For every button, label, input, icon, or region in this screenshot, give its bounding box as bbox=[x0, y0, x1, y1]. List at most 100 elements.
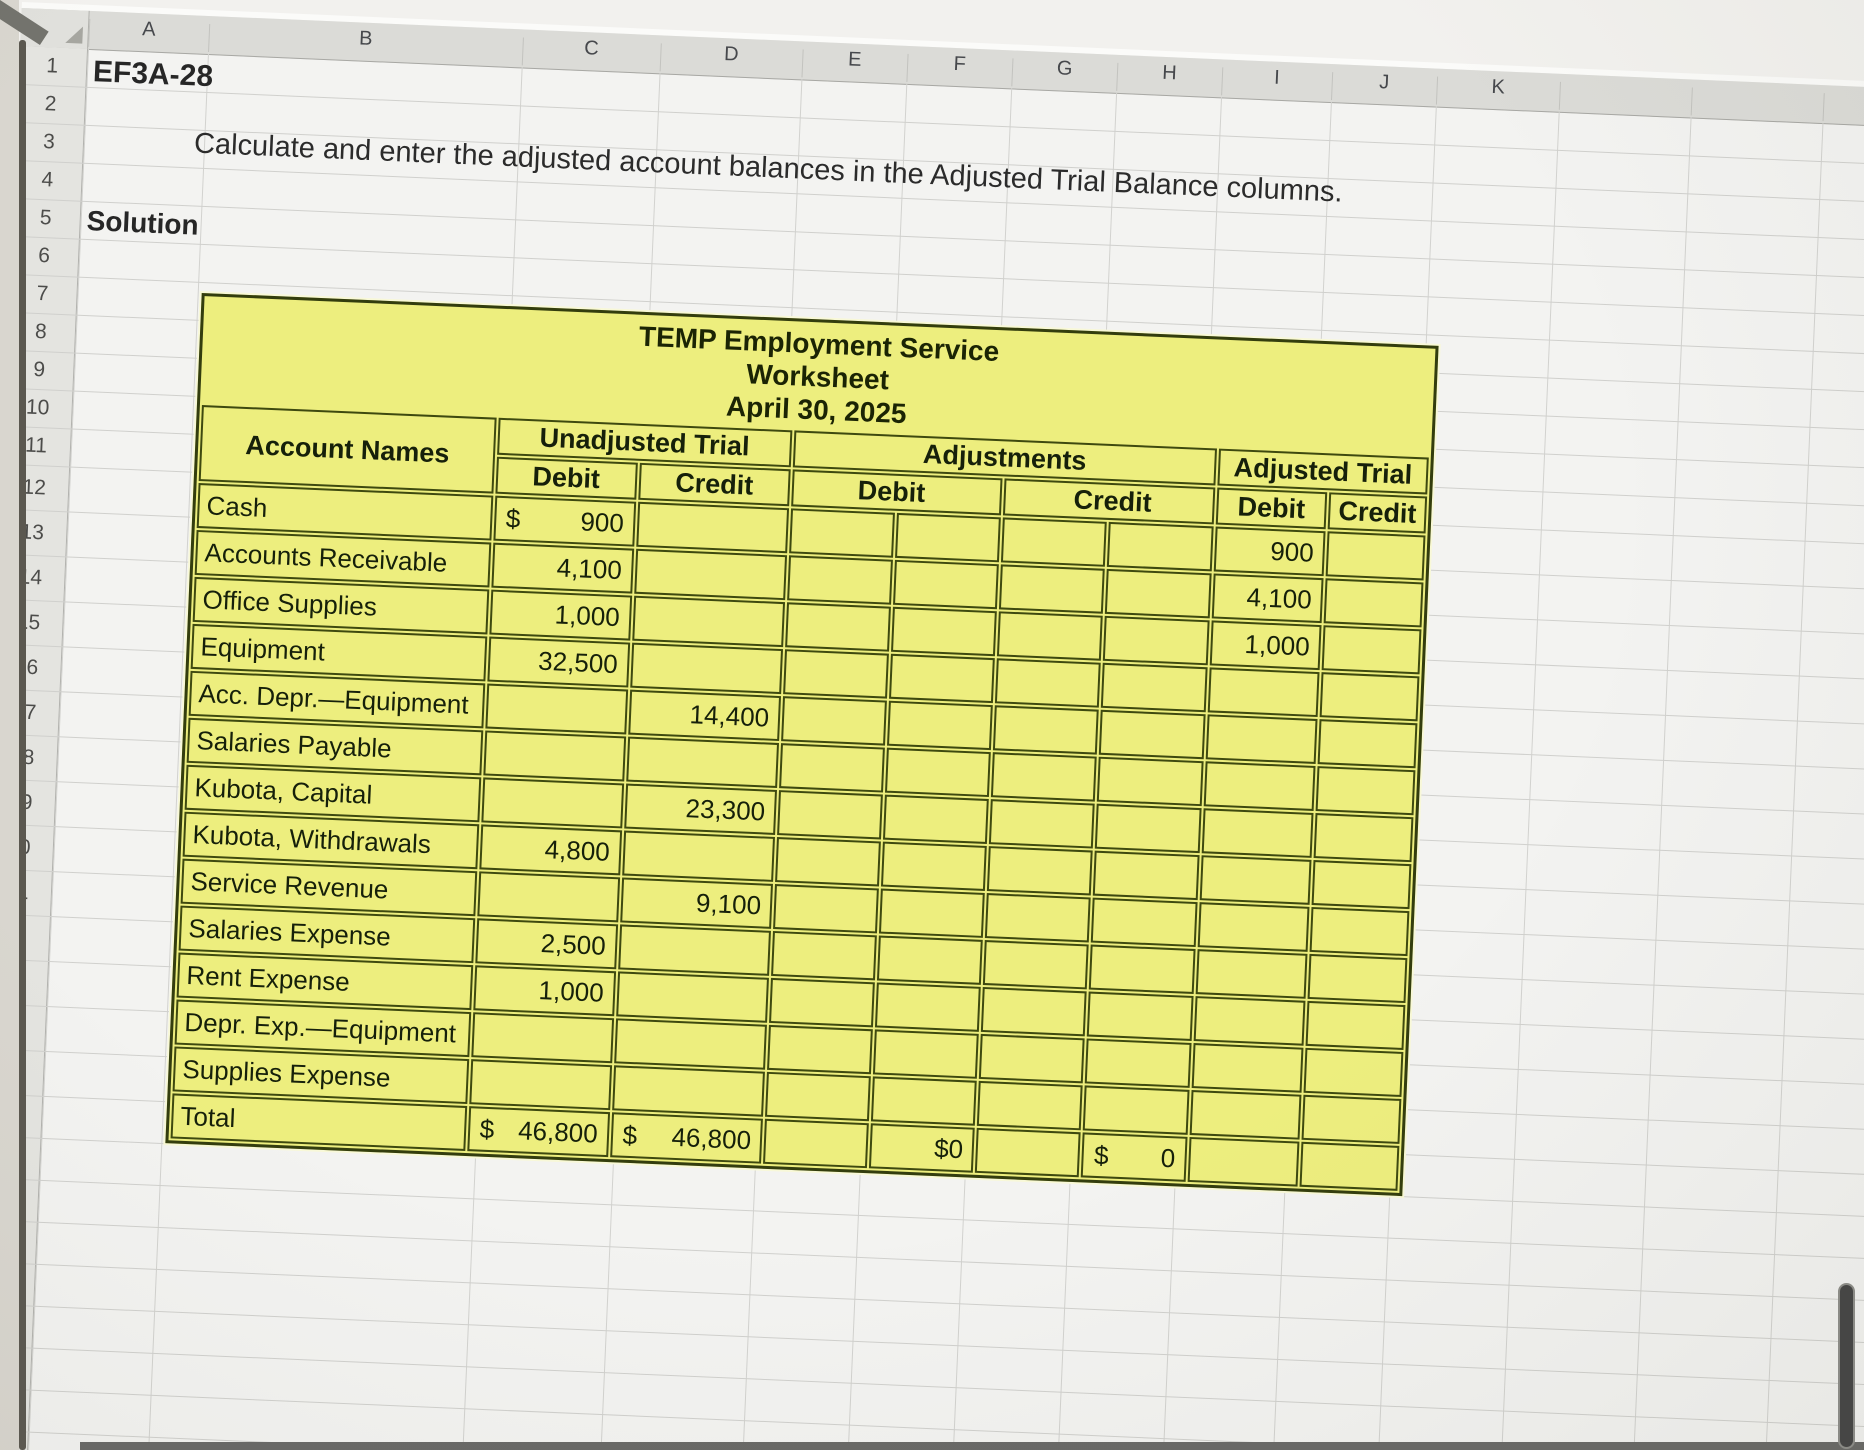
header-adjusted-credit[interactable]: Credit bbox=[1327, 492, 1428, 534]
header-unadjusted-credit[interactable]: Credit bbox=[637, 462, 791, 507]
adjusted-debit-cell[interactable] bbox=[1207, 667, 1320, 718]
adjustment-debit-cell-1[interactable] bbox=[787, 555, 894, 605]
adjustment-credit-cell-2[interactable] bbox=[1105, 568, 1212, 619]
adjustment-debit-cell-2[interactable] bbox=[881, 841, 988, 891]
adjustment-debit-cell-1[interactable] bbox=[773, 883, 880, 934]
unadjusted-credit-cell[interactable] bbox=[635, 501, 790, 554]
adjustment-debit-cell-1[interactable] bbox=[779, 743, 886, 793]
adjustment-debit-cell-2[interactable] bbox=[873, 1029, 980, 1079]
total-adjustment-debit-cell-1[interactable] bbox=[763, 1118, 870, 1169]
row-header-2[interactable]: 2 bbox=[17, 84, 85, 125]
unadjusted-credit-cell[interactable] bbox=[631, 595, 786, 648]
header-adjusted-trial[interactable]: Adjusted Trial bbox=[1217, 448, 1429, 495]
total-adjustment-credit-cell-2[interactable]: $0 bbox=[1081, 1132, 1188, 1182]
adjusted-debit-cell[interactable] bbox=[1203, 761, 1316, 811]
vertical-scrollbar-thumb[interactable] bbox=[1838, 1283, 1855, 1449]
adjustment-credit-cell-1[interactable] bbox=[985, 893, 1092, 943]
header-adjustments-debit[interactable]: Debit bbox=[791, 469, 1003, 516]
unadjusted-debit-cell[interactable]: 1,000 bbox=[488, 589, 632, 641]
adjustment-debit-cell-1[interactable] bbox=[775, 837, 882, 887]
unadjusted-debit-cell[interactable]: 1,000 bbox=[472, 965, 616, 1017]
unadjusted-credit-cell[interactable] bbox=[621, 830, 776, 882]
adjusted-debit-cell[interactable]: 1,000 bbox=[1209, 620, 1322, 671]
adjustment-debit-cell-1[interactable] bbox=[781, 696, 888, 746]
adjustment-credit-cell-1[interactable] bbox=[981, 986, 1088, 1037]
adjustment-credit-cell-1[interactable] bbox=[987, 846, 1094, 896]
adjustment-debit-cell-1[interactable] bbox=[765, 1071, 872, 1122]
adjustment-credit-cell-1[interactable] bbox=[999, 564, 1106, 614]
unadjusted-debit-cell[interactable] bbox=[482, 730, 626, 782]
adjustment-debit-cell-2[interactable] bbox=[893, 559, 1000, 610]
adjusted-credit-cell[interactable] bbox=[1317, 719, 1418, 769]
header-adjusted-debit[interactable]: Debit bbox=[1215, 487, 1328, 530]
adjustment-credit-cell-1[interactable] bbox=[991, 752, 1098, 802]
adjustment-credit-cell-1[interactable] bbox=[977, 1080, 1084, 1131]
adjustment-debit-cell-1[interactable] bbox=[777, 790, 884, 840]
adjustment-debit-cell-1[interactable] bbox=[789, 508, 896, 558]
adjusted-credit-cell[interactable] bbox=[1301, 1094, 1402, 1144]
column-header-I[interactable]: I bbox=[1221, 60, 1332, 95]
column-header-K[interactable]: K bbox=[1436, 70, 1560, 105]
adjustment-debit-cell-2[interactable] bbox=[891, 606, 998, 657]
header-adjustments-credit[interactable]: Credit bbox=[1003, 478, 1215, 525]
adjusted-debit-cell[interactable] bbox=[1191, 1043, 1304, 1093]
unadjusted-credit-cell[interactable] bbox=[629, 642, 784, 695]
unadjusted-credit-cell[interactable] bbox=[615, 971, 769, 1023]
adjustment-credit-cell-2[interactable] bbox=[1103, 615, 1210, 666]
adjusted-debit-cell[interactable] bbox=[1205, 714, 1318, 764]
adjustment-credit-cell-2[interactable] bbox=[1087, 991, 1194, 1041]
adjustment-credit-cell-2[interactable] bbox=[1097, 756, 1204, 807]
adjustment-credit-cell-1[interactable] bbox=[983, 940, 1090, 990]
adjustment-credit-cell-2[interactable] bbox=[1107, 521, 1214, 572]
adjustment-debit-cell-2[interactable] bbox=[877, 935, 984, 985]
adjusted-debit-cell[interactable]: 900 bbox=[1213, 526, 1326, 577]
adjusted-credit-cell[interactable] bbox=[1313, 813, 1414, 863]
unadjusted-credit-cell[interactable] bbox=[617, 924, 772, 976]
adjustment-debit-cell-2[interactable] bbox=[879, 888, 986, 938]
adjustment-debit-cell-2[interactable] bbox=[895, 512, 1002, 563]
column-header-C[interactable]: C bbox=[522, 30, 661, 66]
adjustment-credit-cell-1[interactable] bbox=[995, 658, 1102, 708]
adjustment-debit-cell-1[interactable] bbox=[771, 930, 878, 981]
unadjusted-debit-cell[interactable] bbox=[480, 777, 624, 829]
adjustment-debit-cell-1[interactable] bbox=[785, 602, 892, 652]
unadjusted-debit-cell[interactable]: $900 bbox=[492, 495, 636, 547]
adjusted-debit-cell[interactable] bbox=[1193, 996, 1306, 1046]
unadjusted-debit-cell[interactable] bbox=[468, 1059, 612, 1111]
adjustment-debit-cell-1[interactable] bbox=[767, 1024, 874, 1075]
adjusted-credit-cell[interactable] bbox=[1325, 531, 1426, 581]
adjusted-debit-cell[interactable] bbox=[1195, 949, 1308, 999]
unadjusted-debit-cell[interactable] bbox=[484, 683, 628, 735]
adjustment-credit-cell-2[interactable] bbox=[1083, 1085, 1190, 1135]
column-header-J[interactable]: J bbox=[1331, 65, 1437, 99]
adjustment-debit-cell-2[interactable] bbox=[889, 653, 996, 704]
header-unadjusted-debit[interactable]: Debit bbox=[494, 456, 638, 500]
column-header-H[interactable]: H bbox=[1116, 56, 1222, 90]
adjusted-credit-cell[interactable] bbox=[1311, 859, 1412, 910]
adjusted-debit-cell[interactable]: 4,100 bbox=[1211, 573, 1324, 624]
unadjusted-debit-cell[interactable]: 4,800 bbox=[478, 824, 622, 876]
adjustment-debit-cell-2[interactable] bbox=[871, 1076, 978, 1126]
adjustment-credit-cell-2[interactable] bbox=[1099, 709, 1206, 760]
adjustment-debit-cell-2[interactable] bbox=[883, 794, 990, 845]
adjusted-credit-cell[interactable] bbox=[1303, 1047, 1404, 1097]
unadjusted-debit-cell[interactable]: 32,500 bbox=[486, 636, 630, 688]
column-header-A[interactable]: A bbox=[88, 12, 209, 47]
adjustment-credit-cell-2[interactable] bbox=[1089, 944, 1196, 994]
adjusted-debit-cell[interactable] bbox=[1201, 808, 1314, 858]
adjusted-debit-cell[interactable] bbox=[1189, 1089, 1302, 1140]
adjustment-debit-cell-2[interactable] bbox=[885, 747, 992, 798]
adjustment-credit-cell-2[interactable] bbox=[1093, 850, 1200, 901]
total-adjustment-debit-cell-2[interactable]: $0 bbox=[869, 1123, 976, 1173]
column-header-D[interactable]: D bbox=[660, 36, 803, 72]
adjustment-credit-cell-2[interactable] bbox=[1091, 897, 1198, 948]
unadjusted-credit-cell[interactable] bbox=[625, 736, 780, 788]
adjusted-credit-cell[interactable] bbox=[1307, 953, 1408, 1004]
unadjusted-debit-cell[interactable]: 2,500 bbox=[474, 918, 618, 970]
column-header-G[interactable]: G bbox=[1012, 51, 1118, 85]
adjustment-debit-cell-2[interactable] bbox=[875, 982, 982, 1032]
adjustment-credit-cell-1[interactable] bbox=[993, 705, 1100, 755]
adjusted-credit-cell[interactable] bbox=[1319, 672, 1420, 722]
adjustment-debit-cell-1[interactable] bbox=[769, 977, 876, 1028]
adjustment-credit-cell-2[interactable] bbox=[1085, 1038, 1192, 1088]
